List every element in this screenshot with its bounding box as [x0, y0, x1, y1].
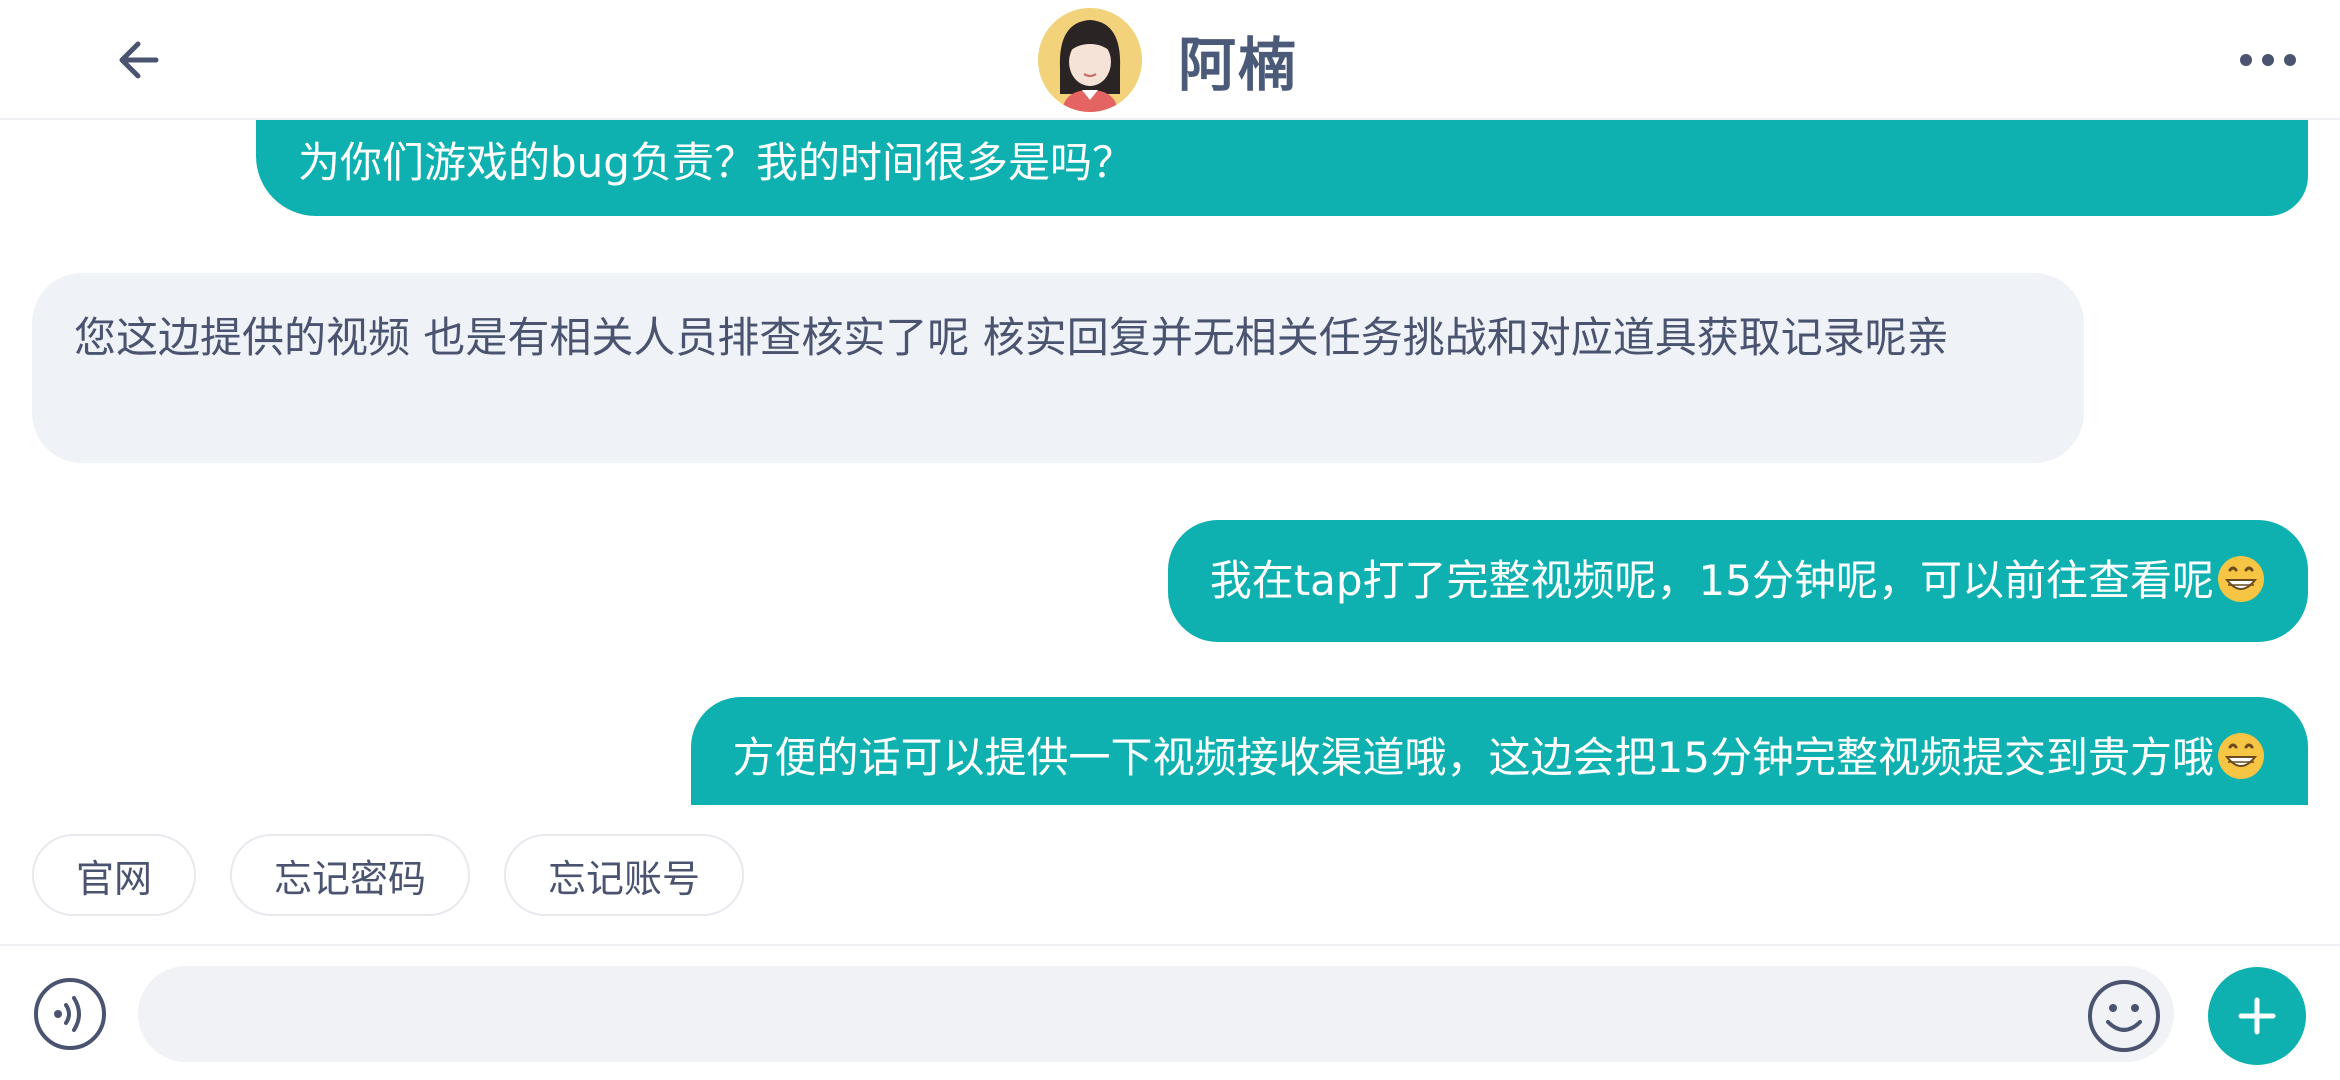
quick-reply-forgot-password[interactable]: 忘记密码 [230, 834, 471, 916]
avatar[interactable] [1038, 8, 1142, 112]
back-button[interactable] [100, 28, 176, 92]
message-bubble-outgoing[interactable]: 方便的话可以提供一下视频接收渠道哦，这边会把15分钟完整视频提交到贵方哦 [690, 697, 2308, 805]
message-text: 您这边提供的视频 也是有相关人员排查核实了呢 核实回复并无相关任务挑战和对应道具… [74, 313, 1949, 362]
emoji-button[interactable] [2086, 978, 2162, 1054]
quick-reply-official-site[interactable]: 官网 [32, 834, 197, 916]
input-bar [0, 944, 2340, 1080]
quick-reply-bar: 官网 忘记密码 忘记账号 [32, 834, 745, 916]
message-text: 我在tap打了完整视频呢，15分钟呢，可以前往查看呢 [1209, 556, 2214, 605]
add-button[interactable] [2208, 967, 2306, 1065]
message-text: 为你们游戏的bug负责？我的时间很多是吗？ [298, 138, 1134, 187]
quick-reply-forgot-account[interactable]: 忘记账号 [504, 834, 745, 916]
message-bubble-incoming[interactable]: 您这边提供的视频 也是有相关人员排查核实了呢 核实回复并无相关任务挑战和对应道具… [32, 273, 2084, 463]
chat-header: 阿楠 [0, 0, 2340, 120]
message-input[interactable] [138, 966, 2174, 1062]
grinning-face-emoji-icon [2218, 733, 2264, 779]
message-text: 方便的话可以提供一下视频接收渠道哦，这边会把15分钟完整视频提交到贵方哦 [732, 733, 2214, 782]
plus-icon [2238, 997, 2276, 1035]
smiley-icon [2088, 980, 2160, 1052]
message-bubble-outgoing[interactable]: 为你们游戏的bug负责？我的时间很多是吗？ [256, 120, 2308, 216]
grinning-face-emoji-icon [2218, 556, 2264, 602]
arrow-left-icon [119, 41, 159, 79]
message-bubble-outgoing[interactable]: 我在tap打了完整视频呢，15分钟呢，可以前往查看呢 [1167, 520, 2308, 642]
more-button[interactable] [2220, 30, 2316, 90]
message-list[interactable]: 为你们游戏的bug负责？我的时间很多是吗？ 您这边提供的视频 也是有相关人员排查… [0, 120, 2340, 805]
voice-button[interactable] [32, 976, 108, 1052]
contact-info[interactable]: 阿楠 [1038, 8, 1298, 112]
contact-name: 阿楠 [1178, 31, 1299, 99]
voice-icon [34, 978, 106, 1050]
more-horizontal-icon [2240, 54, 2296, 66]
